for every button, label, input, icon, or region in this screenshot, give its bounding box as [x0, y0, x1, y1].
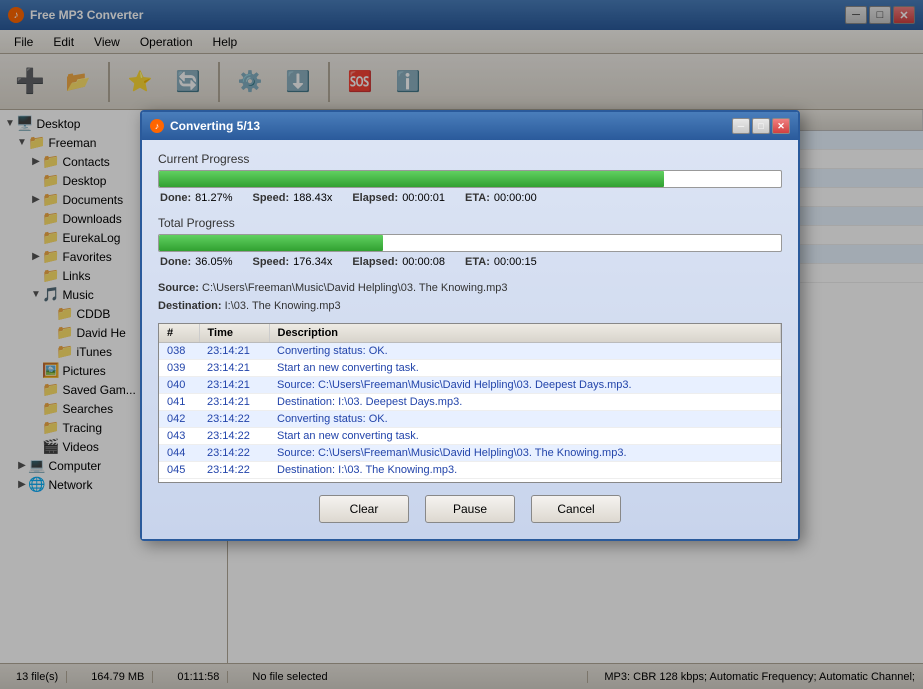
log-cell-id: 043	[159, 428, 199, 445]
total-eta-label: ETA:	[465, 256, 490, 268]
log-col-desc: Description	[269, 324, 781, 343]
log-cell-desc: Destination: I:\03. Deepest Days.mp3.	[269, 394, 781, 411]
log-row: 044 23:14:22 Source: C:\Users\Freeman\Mu…	[159, 445, 781, 462]
dialog-close-button[interactable]: ✕	[772, 118, 790, 134]
current-speed-group: Speed: 188.43x	[252, 192, 332, 204]
total-progress-stats: Done: 36.05% Speed: 176.34x Elapsed: 00:…	[158, 256, 782, 268]
source-path: C:\Users\Freeman\Music\David Helpling\03…	[202, 282, 507, 294]
current-elapsed-value: 00:00:01	[402, 192, 445, 204]
log-cell-desc: Destination: I:\03. The Knowing.mp3.	[269, 462, 781, 479]
total-speed-group: Speed: 176.34x	[252, 256, 332, 268]
log-cell-time: 23:14:22	[199, 411, 269, 428]
total-eta-value: 00:00:15	[494, 256, 537, 268]
log-cell-desc: Converting status: OK.	[269, 343, 781, 360]
total-eta-group: ETA: 00:00:15	[465, 256, 537, 268]
dialog-body: Current Progress Done: 81.27% Speed: 188…	[142, 140, 798, 539]
total-speed-label: Speed:	[252, 256, 289, 268]
total-done-value: 36.05%	[195, 256, 232, 268]
modal-overlay: ♪ Converting 5/13 ─ □ ✕ Current Progress…	[0, 0, 923, 689]
log-row: 041 23:14:21 Destination: I:\03. Deepest…	[159, 394, 781, 411]
log-cell-id: 039	[159, 360, 199, 377]
log-table-container[interactable]: # Time Description 038 23:14:21 Converti…	[158, 323, 782, 483]
dialog-title-bar: ♪ Converting 5/13 ─ □ ✕	[142, 112, 798, 140]
total-progress-fill	[159, 235, 383, 251]
log-cell-time: 23:14:22	[199, 428, 269, 445]
current-eta-label: ETA:	[465, 192, 490, 204]
pause-button[interactable]: Pause	[425, 495, 515, 523]
current-eta-group: ETA: 00:00:00	[465, 192, 537, 204]
destination-path: I:\03. The Knowing.mp3	[225, 300, 341, 312]
current-done-label: Done:	[160, 192, 191, 204]
current-done-value: 81.27%	[195, 192, 232, 204]
log-cell-time: 23:14:21	[199, 360, 269, 377]
total-done-group: Done: 36.05%	[160, 256, 232, 268]
log-row: 038 23:14:21 Converting status: OK.	[159, 343, 781, 360]
log-cell-time: 23:14:21	[199, 343, 269, 360]
total-progress-label: Total Progress	[158, 216, 782, 230]
log-cell-time: 23:14:22	[199, 445, 269, 462]
log-cell-id: 044	[159, 445, 199, 462]
log-table: # Time Description 038 23:14:21 Converti…	[159, 324, 781, 479]
log-cell-id: 040	[159, 377, 199, 394]
log-body: 038 23:14:21 Converting status: OK. 039 …	[159, 343, 781, 479]
log-cell-desc: Start an new converting task.	[269, 428, 781, 445]
current-done-group: Done: 81.27%	[160, 192, 232, 204]
log-row: 042 23:14:22 Converting status: OK.	[159, 411, 781, 428]
log-col-num: #	[159, 324, 199, 343]
total-elapsed-label: Elapsed:	[352, 256, 398, 268]
current-speed-value: 188.43x	[293, 192, 332, 204]
current-elapsed-label: Elapsed:	[352, 192, 398, 204]
log-cell-time: 23:14:22	[199, 462, 269, 479]
log-cell-id: 042	[159, 411, 199, 428]
total-elapsed-group: Elapsed: 00:00:08	[352, 256, 445, 268]
current-speed-label: Speed:	[252, 192, 289, 204]
total-speed-value: 176.34x	[293, 256, 332, 268]
log-cell-id: 038	[159, 343, 199, 360]
total-done-label: Done:	[160, 256, 191, 268]
current-elapsed-group: Elapsed: 00:00:01	[352, 192, 445, 204]
dialog-title-text: Converting 5/13	[170, 119, 732, 133]
converting-dialog: ♪ Converting 5/13 ─ □ ✕ Current Progress…	[140, 110, 800, 541]
dialog-title-icon: ♪	[150, 119, 164, 133]
current-eta-value: 00:00:00	[494, 192, 537, 204]
log-row: 043 23:14:22 Start an new converting tas…	[159, 428, 781, 445]
log-cell-desc: Start an new converting task.	[269, 360, 781, 377]
current-progress-stats: Done: 81.27% Speed: 188.43x Elapsed: 00:…	[158, 192, 782, 204]
source-label: Source:	[158, 282, 199, 294]
log-cell-time: 23:14:21	[199, 394, 269, 411]
source-dest: Source: C:\Users\Freeman\Music\David Hel…	[158, 280, 782, 315]
log-col-time: Time	[199, 324, 269, 343]
log-cell-desc: Source: C:\Users\Freeman\Music\David Hel…	[269, 445, 781, 462]
log-cell-id: 045	[159, 462, 199, 479]
log-cell-time: 23:14:21	[199, 377, 269, 394]
current-progress-fill	[159, 171, 664, 187]
log-cell-desc: Converting status: OK.	[269, 411, 781, 428]
cancel-button[interactable]: Cancel	[531, 495, 621, 523]
destination-label: Destination:	[158, 300, 222, 312]
dialog-minimize-button[interactable]: ─	[732, 118, 750, 134]
current-progress-label: Current Progress	[158, 152, 782, 166]
log-cell-id: 041	[159, 394, 199, 411]
current-progress-bar	[158, 170, 782, 188]
log-cell-desc: Source: C:\Users\Freeman\Music\David Hel…	[269, 377, 781, 394]
total-elapsed-value: 00:00:08	[402, 256, 445, 268]
dialog-title-buttons: ─ □ ✕	[732, 118, 790, 134]
log-row: 045 23:14:22 Destination: I:\03. The Kno…	[159, 462, 781, 479]
total-progress-bar	[158, 234, 782, 252]
log-table-header: # Time Description	[159, 324, 781, 343]
log-row: 040 23:14:21 Source: C:\Users\Freeman\Mu…	[159, 377, 781, 394]
dialog-maximize-button[interactable]: □	[752, 118, 770, 134]
log-row: 039 23:14:21 Start an new converting tas…	[159, 360, 781, 377]
clear-button[interactable]: Clear	[319, 495, 409, 523]
dialog-buttons: Clear Pause Cancel	[158, 495, 782, 527]
